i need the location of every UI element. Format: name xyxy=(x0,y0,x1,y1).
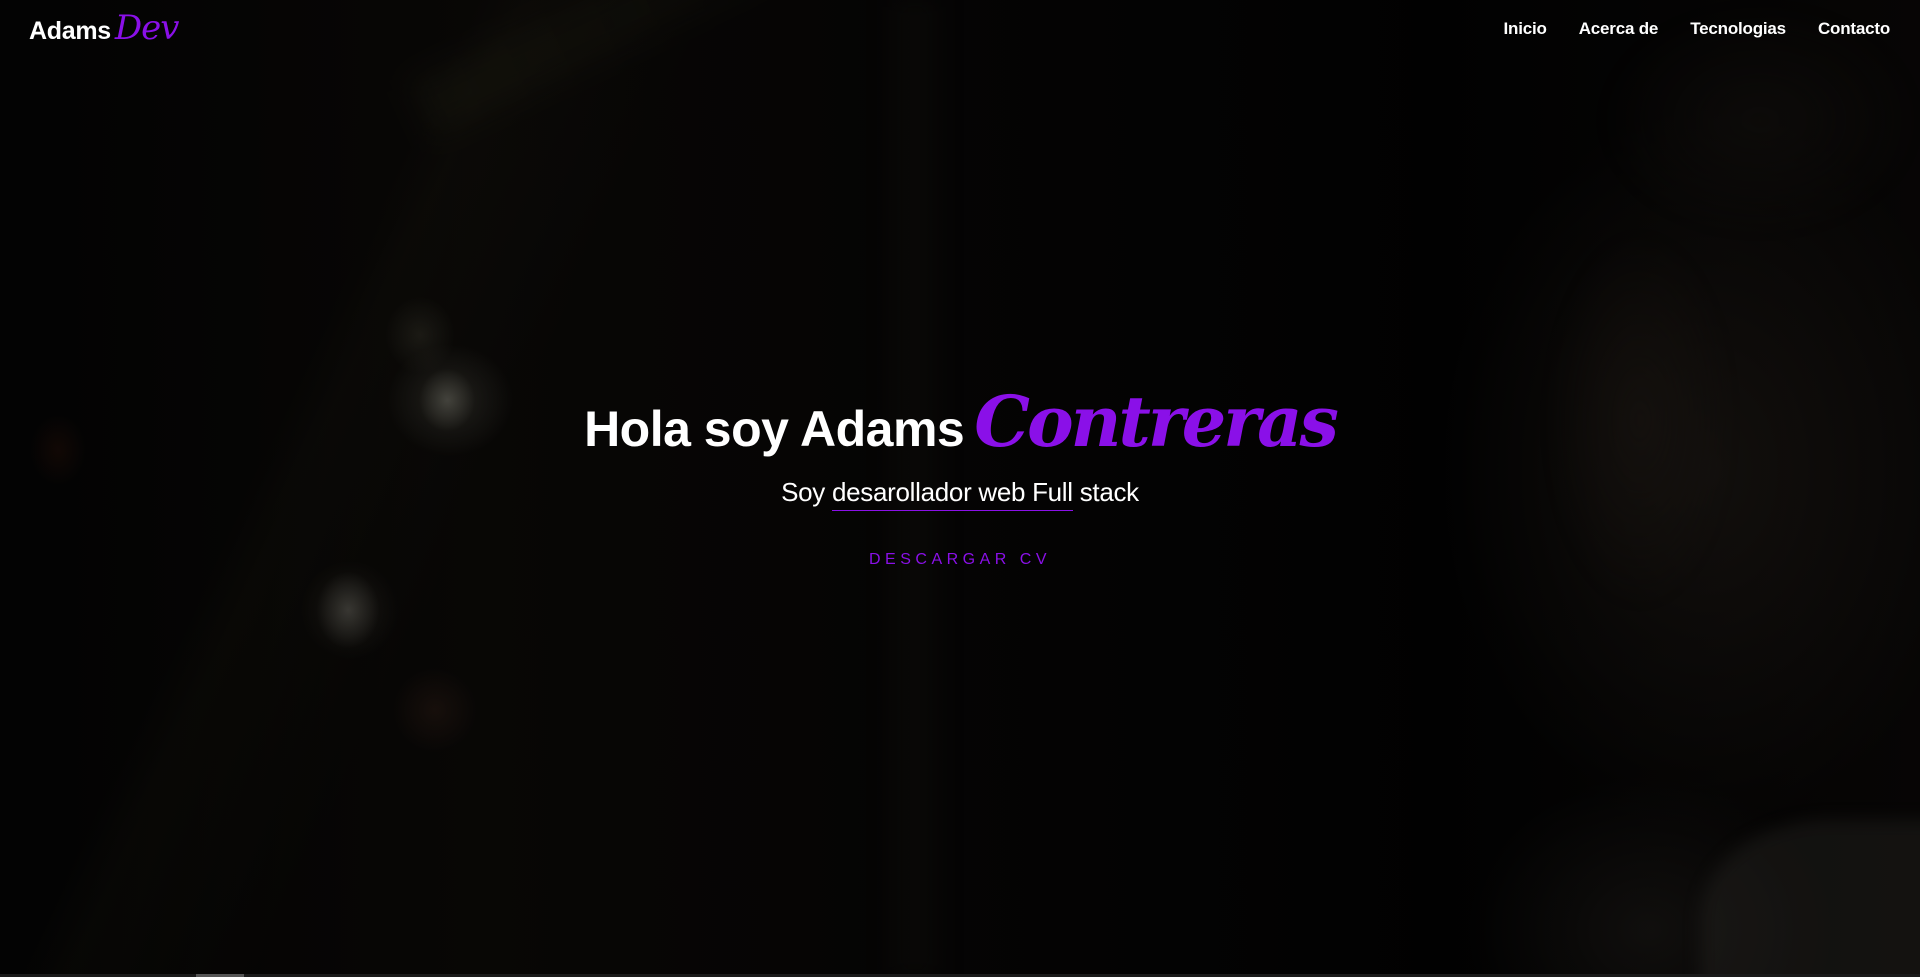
hero-subtitle: Soy desarollador web Full stack xyxy=(0,477,1920,511)
download-cv-button[interactable]: DESCARGAR CV xyxy=(869,551,1051,569)
main-nav: Inicio Acerca de Tecnologias Contacto xyxy=(1504,19,1891,39)
hero-subtitle-prefix: Soy xyxy=(781,477,832,507)
hero-title: Hola soy Adams Contreras xyxy=(584,380,1339,463)
nav-link-contacto[interactable]: Contacto xyxy=(1818,19,1890,39)
nav-link-acerca-de[interactable]: Acerca de xyxy=(1579,19,1659,39)
hero-section: Hola soy Adams Contreras Soy desarollado… xyxy=(0,380,1920,569)
brand-accent: Dev xyxy=(114,8,180,48)
hero-subtitle-suffix: stack xyxy=(1072,477,1139,507)
nav-link-inicio[interactable]: Inicio xyxy=(1504,19,1547,39)
hero-subtitle-highlight: desarollador web Full xyxy=(831,477,1073,511)
hero-title-main: Hola soy Adams xyxy=(584,401,965,457)
page: Adams Dev Inicio Acerca de Tecnologias C… xyxy=(0,0,1920,977)
brand-name: Adams xyxy=(29,17,111,45)
brand-logo[interactable]: Adams Dev xyxy=(29,8,180,48)
nav-link-tecnologias[interactable]: Tecnologias xyxy=(1690,19,1786,39)
hero-title-accent: Contreras xyxy=(974,380,1339,463)
site-header: Adams Dev Inicio Acerca de Tecnologias C… xyxy=(0,0,1920,62)
